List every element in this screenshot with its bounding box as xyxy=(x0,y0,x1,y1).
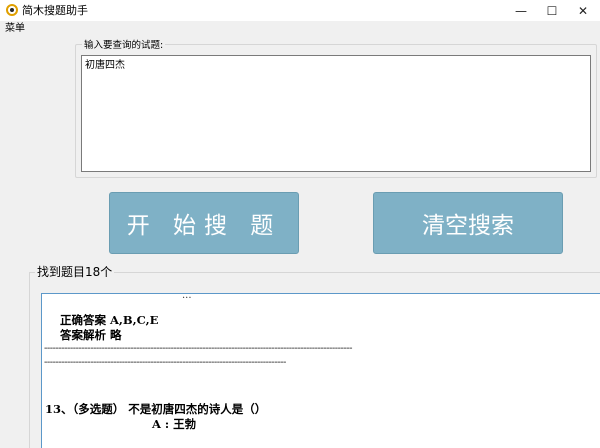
correct-answer-text: 正确答案 A,B,C,E xyxy=(60,313,159,327)
results-count-label: 找到题目18个 xyxy=(35,265,115,280)
app-logo-icon xyxy=(6,4,18,16)
results-textbox[interactable]: ... 正确答案 A,B,C,E 答案解析 略 ----------------… xyxy=(41,293,600,448)
window-title: 简木搜题助手 xyxy=(22,4,88,17)
separator-line: ----------------------------------------… xyxy=(44,343,353,354)
query-label: 输入要查询的试题: xyxy=(82,40,166,51)
option-a-text: A : 王勃 xyxy=(152,417,197,431)
maximize-button[interactable]: ☐ xyxy=(537,0,567,21)
query-input[interactable] xyxy=(81,55,591,172)
start-search-button[interactable]: 开 始搜 题 xyxy=(109,192,299,254)
minimize-button[interactable]: — xyxy=(506,0,536,21)
clear-search-button[interactable]: 清空搜索 xyxy=(373,192,563,254)
answer-analysis-text: 答案解析 略 xyxy=(60,328,122,342)
separator-line: ----------------------------------------… xyxy=(44,357,286,368)
menu-bar: 菜单 xyxy=(0,21,600,37)
question-text: 13、（多选题） 不是初唐四杰的诗人是（） xyxy=(45,402,267,416)
close-button[interactable]: ✕ xyxy=(568,0,598,21)
clipped-text-fragment: ... xyxy=(182,293,192,301)
title-bar: 简木搜题助手 — ☐ ✕ xyxy=(0,0,600,21)
menu-item-main[interactable]: 菜单 xyxy=(5,22,25,35)
